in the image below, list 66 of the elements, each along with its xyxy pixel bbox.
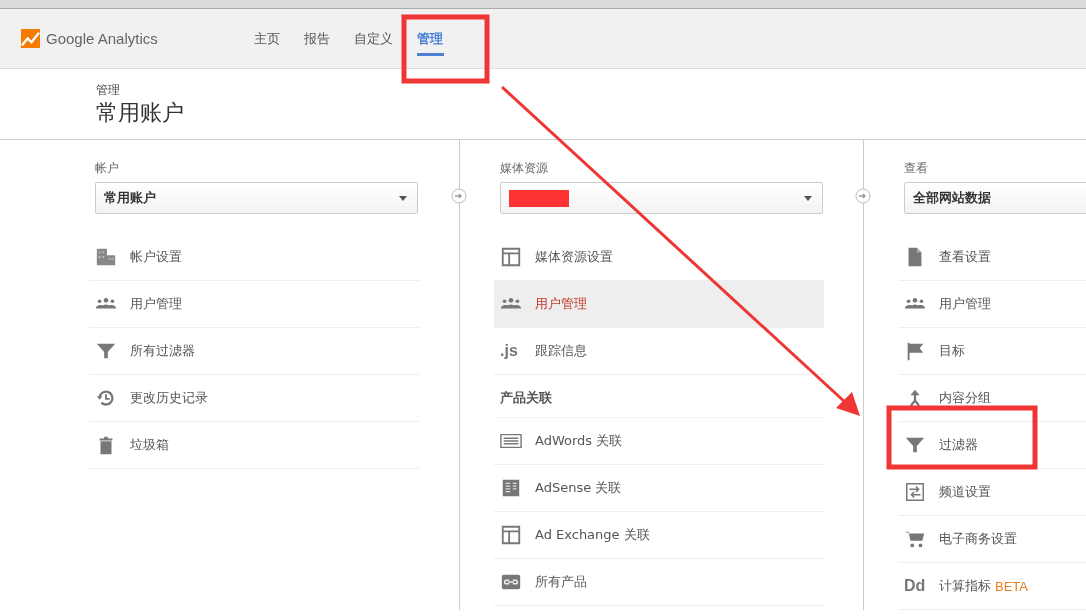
menu-label: 所有产品 [535, 573, 587, 591]
menu-label: 计算指标 [939, 577, 991, 595]
caret-icon [399, 195, 407, 201]
menu-item[interactable]: AdSense 关联 [494, 465, 824, 512]
menu-label: 更改历史记录 [130, 389, 208, 407]
caret-icon [804, 195, 812, 201]
menu-item[interactable]: 频道设置 [898, 469, 1086, 516]
app-title: Google Analytics [46, 30, 158, 47]
menu-item[interactable]: 所有过滤器 [89, 328, 419, 375]
menu-label: 帐户设置 [130, 248, 182, 266]
menu-item[interactable]: 过滤器 [898, 422, 1086, 469]
menu-item[interactable]: 查看设置 [898, 234, 1086, 281]
nav-tab[interactable]: 报告 [292, 9, 342, 68]
dropdown[interactable]: 全部网站数据 [904, 182, 1086, 214]
menu-label: 用户管理 [130, 295, 182, 313]
menu-label: 电子商务设置 [939, 530, 1017, 548]
menu-label: 用户管理 [939, 295, 991, 313]
menu-item[interactable]: 目标 [898, 328, 1086, 375]
menu-label: 跟踪信息 [535, 342, 587, 360]
menu-label: 所有过滤器 [130, 342, 195, 360]
breadcrumb: 管理 [96, 82, 121, 99]
menu-item[interactable]: 用户管理 [898, 281, 1086, 328]
menu-item[interactable]: .js 跟踪信息 [494, 328, 824, 375]
dropdown[interactable] [500, 182, 823, 214]
menu-label: 内容分组 [939, 389, 991, 407]
menu-item[interactable]: Ad Exchange 关联 [494, 512, 824, 559]
glyph-icon: Dd [904, 577, 926, 595]
menu-item[interactable]: 帐户设置 [89, 234, 419, 281]
page-title: 常用账户 [96, 99, 185, 127]
menu-label: 媒体资源设置 [535, 248, 613, 266]
arrow-circle-icon [855, 188, 871, 204]
menu-item[interactable]: 更改历史记录 [89, 375, 419, 422]
nav-tab[interactable]: 自定义 [342, 9, 405, 68]
channel-settings-icon [904, 481, 926, 503]
layout-icon [500, 524, 522, 546]
menu-label: AdWords 关联 [535, 432, 623, 450]
layout-icon [500, 246, 522, 268]
menu-item[interactable]: 用户管理 [494, 281, 824, 328]
menu-label: Ad Exchange 关联 [535, 526, 650, 544]
menu-item[interactable]: AdWords 关联 [494, 418, 824, 465]
menu-label: AdSense 关联 [535, 479, 622, 497]
nav-tab[interactable]: 管理 [405, 9, 455, 68]
menu-label: 过滤器 [939, 436, 978, 454]
column-label: 媒体资源 [500, 160, 549, 177]
column-label: 查看 [904, 160, 929, 177]
glyph-icon: .js [500, 342, 518, 360]
menu-item[interactable]: 用户管理 [89, 281, 419, 328]
menu-label: 频道设置 [939, 483, 991, 501]
section-heading: 产品关联 [494, 375, 824, 418]
menu-item[interactable]: Dd 计算指标 BETA [898, 563, 1086, 610]
menu-label: 垃圾箱 [130, 436, 169, 454]
building-icon [95, 246, 117, 268]
menu-item[interactable]: 所有产品 [494, 559, 824, 606]
beta-label: BETA [995, 578, 1028, 594]
menu-item[interactable]: 垃圾箱 [89, 422, 419, 469]
nav-tab[interactable]: 主页 [242, 9, 292, 68]
column-label: 帐户 [95, 160, 120, 177]
menu-item[interactable]: 电子商务设置 [898, 516, 1086, 563]
arrow-circle-icon [451, 188, 467, 204]
menu-item[interactable]: 内容分组 [898, 375, 1086, 422]
menu-label: 目标 [939, 342, 965, 360]
menu-label: 用户管理 [535, 295, 587, 313]
menu-label: 查看设置 [939, 248, 991, 266]
page-layout-icon [500, 477, 522, 499]
dropdown[interactable]: 常用账户 [95, 182, 418, 214]
analytics-logo-icon [21, 29, 40, 48]
